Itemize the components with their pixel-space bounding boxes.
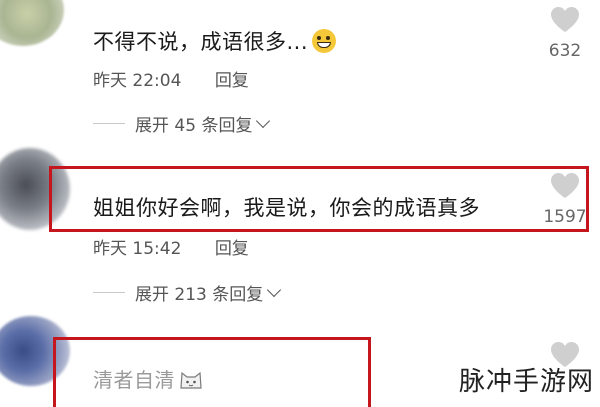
highlight-box <box>49 166 589 232</box>
expand-replies-button[interactable]: 展开 213 条回复 <box>93 280 282 305</box>
chevron-down-icon <box>267 282 282 297</box>
comment-text: 不得不说，成语很多... <box>93 26 337 56</box>
watermark-text: 脉冲手游网 <box>458 367 594 397</box>
like-button[interactable]: 632 <box>535 6 595 61</box>
grinning-sweat-emoji-icon <box>312 29 337 53</box>
reply-button[interactable]: 回复 <box>215 239 249 259</box>
divider <box>93 292 125 293</box>
heart-icon <box>551 7 579 32</box>
comment-timestamp: 昨天 15:42 <box>93 239 182 259</box>
reply-button[interactable]: 回复 <box>215 71 249 91</box>
like-count: 632 <box>548 41 582 61</box>
highlight-box <box>53 337 371 407</box>
avatar[interactable] <box>0 0 64 46</box>
comment-body: 不得不说，成语很多... <box>93 30 309 54</box>
comment-meta: 昨天 22:04 回复 <box>93 66 249 91</box>
expand-replies-button[interactable]: 展开 45 条回复 <box>93 111 271 136</box>
divider <box>93 123 125 124</box>
comment-meta: 昨天 15:42 回复 <box>93 234 249 259</box>
chevron-down-icon <box>256 113 271 128</box>
expand-replies-label: 展开 213 条回复 <box>135 285 264 305</box>
comment-timestamp: 昨天 22:04 <box>93 71 182 91</box>
expand-replies-label: 展开 45 条回复 <box>135 116 253 136</box>
